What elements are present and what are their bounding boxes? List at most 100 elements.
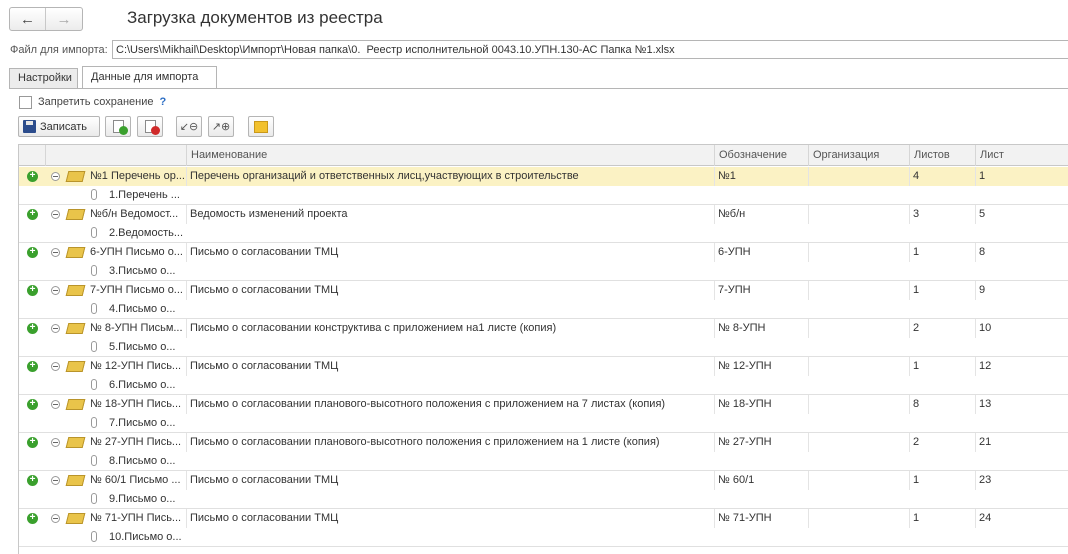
file-cell[interactable]: 1.Перечень ... — [106, 186, 186, 205]
file-row[interactable]: 5.Письмо о... — [19, 338, 1068, 357]
tree-cell[interactable]: 6-УПН Письмо о... — [87, 243, 186, 262]
header-sheets-count[interactable]: Листов — [909, 145, 975, 166]
name-cell[interactable]: Письмо о согласовании ТМЦ — [187, 357, 714, 376]
organization-cell[interactable] — [809, 395, 909, 414]
name-cell[interactable]: Письмо о согласовании конструктива с при… — [187, 319, 714, 338]
file-cell[interactable]: 9.Письмо о... — [106, 490, 186, 509]
sheet-cell[interactable]: 8 — [976, 243, 1068, 262]
name-cell[interactable]: Письмо о согласовании планового-высотног… — [187, 395, 714, 414]
back-button[interactable]: ← — [10, 8, 47, 30]
code-cell[interactable]: № 27-УПН — [715, 433, 808, 452]
code-cell[interactable]: № 12-УПН — [715, 357, 808, 376]
table-row[interactable]: + № 8-УПН Письм... Письмо о согласовании к… — [19, 319, 1068, 357]
sheet-cell[interactable]: 10 — [976, 319, 1068, 338]
sheet-cell[interactable]: 24 — [976, 509, 1068, 528]
name-cell[interactable]: Письмо о согласовании ТМЦ — [187, 471, 714, 490]
file-row[interactable]: 2.Ведомость... — [19, 224, 1068, 243]
code-cell[interactable]: № 18-УПН — [715, 395, 808, 414]
collapse-all-button[interactable]: ↙⊖ — [176, 116, 202, 137]
delete-document-button[interactable] — [137, 116, 163, 137]
file-cell[interactable]: 2.Ведомость... — [106, 224, 186, 243]
sheets-count-cell[interactable]: 8 — [910, 395, 975, 414]
plus-circle-icon[interactable]: + — [27, 513, 38, 524]
document-row[interactable]: + №б/н Ведомост... Ведомость изменений про… — [19, 205, 1068, 224]
organization-cell[interactable] — [809, 281, 909, 300]
file-row[interactable]: 7.Письмо о... — [19, 414, 1068, 433]
code-cell[interactable]: № 8-УПН — [715, 319, 808, 338]
plus-circle-icon[interactable]: + — [27, 399, 38, 410]
header-name[interactable]: Наименование — [186, 145, 714, 166]
tree-cell[interactable]: №1 Перечень ор... — [87, 167, 186, 186]
name-cell[interactable]: Письмо о согласовании ТМЦ — [187, 281, 714, 300]
code-cell[interactable]: № 60/1 — [715, 471, 808, 490]
sheet-cell[interactable]: 13 — [976, 395, 1068, 414]
file-cell[interactable]: 7.Письмо о... — [106, 414, 186, 433]
plus-circle-icon[interactable]: + — [27, 437, 38, 448]
collapse-toggle-icon[interactable] — [51, 400, 60, 409]
tree-cell[interactable]: № 12-УПН Пись... — [87, 357, 186, 376]
name-cell[interactable]: Письмо о согласовании ТМЦ — [187, 243, 714, 262]
file-row[interactable]: 6.Письмо о... — [19, 376, 1068, 395]
tab-import-data[interactable]: Данные для импорта — [82, 66, 217, 88]
plus-circle-icon[interactable]: + — [27, 475, 38, 486]
header-organization[interactable]: Организация — [808, 145, 909, 166]
file-row[interactable]: 9.Письмо о... — [19, 490, 1068, 509]
organization-cell[interactable] — [809, 509, 909, 528]
expand-all-button[interactable]: ↗⊕ — [208, 116, 234, 137]
collapse-toggle-icon[interactable] — [51, 362, 60, 371]
table-row[interactable]: + № 71-УПН Пись... Письмо о согласовании Т… — [19, 509, 1068, 547]
organization-cell[interactable] — [809, 167, 909, 186]
collapse-toggle-icon[interactable] — [51, 210, 60, 219]
file-cell[interactable]: 6.Письмо о... — [106, 376, 186, 395]
organization-cell[interactable] — [809, 433, 909, 452]
organization-cell[interactable] — [809, 471, 909, 490]
sheets-count-cell[interactable]: 2 — [910, 319, 975, 338]
sheets-count-cell[interactable]: 1 — [910, 471, 975, 490]
document-row[interactable]: + №1 Перечень ор... Перечень организаций и… — [19, 167, 1068, 186]
file-row[interactable]: 4.Письмо о... — [19, 300, 1068, 319]
tree-cell[interactable]: № 8-УПН Письм... — [87, 319, 186, 338]
file-row[interactable]: 10.Письмо о... — [19, 528, 1068, 547]
sheet-cell[interactable]: 9 — [976, 281, 1068, 300]
file-row[interactable]: 8.Письмо о... — [19, 452, 1068, 471]
sheets-count-cell[interactable]: 1 — [910, 357, 975, 376]
table-row[interactable]: + № 18-УПН Пись... Письмо о согласовании п… — [19, 395, 1068, 433]
document-row[interactable]: +6-УПН Письмо о... Письмо о согласовании … — [19, 243, 1068, 262]
plus-circle-icon[interactable]: + — [27, 323, 38, 334]
sheets-count-cell[interactable]: 1 — [910, 509, 975, 528]
prohibit-save-checkbox[interactable] — [19, 95, 32, 109]
file-cell[interactable]: 8.Письмо о... — [106, 452, 186, 471]
file-cell[interactable]: 5.Письмо о... — [106, 338, 186, 357]
plus-circle-icon[interactable]: + — [27, 285, 38, 296]
plus-circle-icon[interactable]: + — [27, 361, 38, 372]
tab-settings[interactable]: Настройки — [9, 68, 78, 88]
document-row[interactable]: +7-УПН Письмо о... Письмо о согласовании … — [19, 281, 1068, 300]
save-button[interactable]: Записать — [18, 116, 100, 137]
collapse-toggle-icon[interactable] — [51, 248, 60, 257]
header-code[interactable]: Обозначение — [714, 145, 808, 166]
file-path-input[interactable] — [112, 40, 1068, 59]
name-cell[interactable]: Ведомость изменений проекта — [187, 205, 714, 224]
sheets-count-cell[interactable]: 1 — [910, 243, 975, 262]
plus-circle-icon[interactable]: + — [27, 247, 38, 258]
sheet-cell[interactable]: 1 — [976, 167, 1068, 186]
code-cell[interactable]: 6-УПН — [715, 243, 808, 262]
hierarchy-button[interactable] — [248, 116, 274, 137]
organization-cell[interactable] — [809, 243, 909, 262]
document-row[interactable]: + № 60/1 Письмо ... Письмо о согласовании … — [19, 471, 1068, 490]
name-cell[interactable]: Письмо о согласовании ТМЦ — [187, 509, 714, 528]
table-row[interactable]: + №1 Перечень ор... Перечень организаций и… — [19, 167, 1068, 205]
file-cell[interactable]: 4.Письмо о... — [106, 300, 186, 319]
file-row[interactable]: 1.Перечень ... — [19, 186, 1068, 205]
collapse-toggle-icon[interactable] — [51, 172, 60, 181]
table-row[interactable]: + № 12-УПН Пись... Письмо о согласовании Т… — [19, 357, 1068, 395]
help-icon[interactable]: ? — [159, 96, 166, 108]
code-cell[interactable]: № 71-УПН — [715, 509, 808, 528]
tree-cell[interactable]: № 18-УПН Пись... — [87, 395, 186, 414]
sheets-count-cell[interactable]: 4 — [910, 167, 975, 186]
table-row[interactable]: + №б/н Ведомост... Ведомость изменений про… — [19, 205, 1068, 243]
document-row[interactable]: + № 12-УПН Пись... Письмо о согласовании Т… — [19, 357, 1068, 376]
document-row[interactable]: + № 8-УПН Письм... Письмо о согласовании к… — [19, 319, 1068, 338]
document-row[interactable]: + № 18-УПН Пись... Письмо о согласовании п… — [19, 395, 1068, 414]
file-cell[interactable]: 10.Письмо о... — [106, 528, 186, 547]
